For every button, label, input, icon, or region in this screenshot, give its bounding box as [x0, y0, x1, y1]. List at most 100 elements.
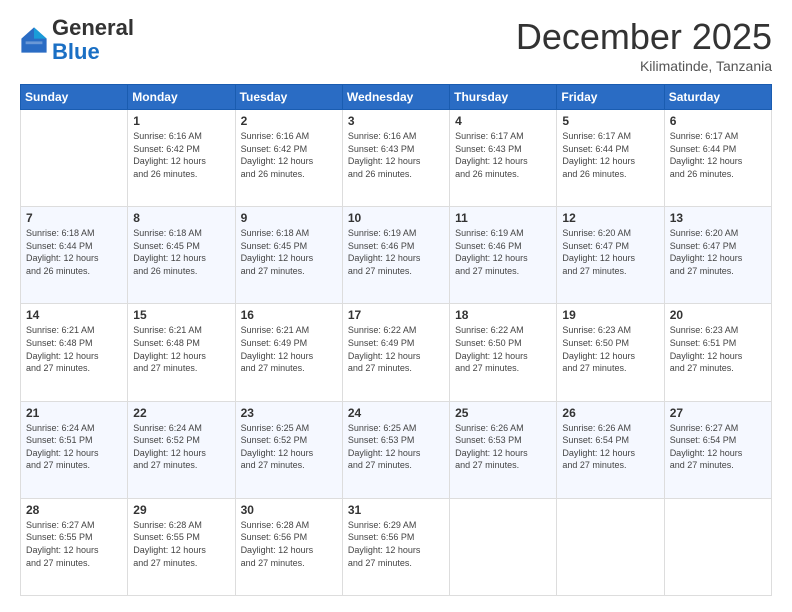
- calendar-cell: 3 Sunrise: 6:16 AM Sunset: 6:43 PM Daylig…: [342, 110, 449, 207]
- weekday-header-thursday: Thursday: [450, 85, 557, 110]
- calendar-week-2: 7Sunrise: 6:18 AM Sunset: 6:44 PM Daylig…: [21, 207, 772, 304]
- day-number: 9: [241, 211, 337, 225]
- day-number: 25: [455, 406, 551, 420]
- calendar-cell: 31Sunrise: 6:29 AM Sunset: 6:56 PM Dayli…: [342, 498, 449, 595]
- logo-icon: [20, 26, 48, 54]
- logo-blue-text: Blue: [52, 39, 100, 64]
- calendar-cell: 4Sunrise: 6:17 AM Sunset: 6:43 PM Daylig…: [450, 110, 557, 207]
- day-number: 14: [26, 308, 122, 322]
- day-number: 1: [133, 114, 229, 128]
- day-number: 6: [670, 114, 766, 128]
- day-number: 28: [26, 503, 122, 517]
- calendar-cell: [557, 498, 664, 595]
- day-info: Sunrise: 6:26 AM Sunset: 6:53 PM Dayligh…: [455, 422, 551, 472]
- day-info: Sunrise: 6:25 AM Sunset: 6:53 PM Dayligh…: [348, 422, 444, 472]
- calendar-cell: 26Sunrise: 6:26 AM Sunset: 6:54 PM Dayli…: [557, 401, 664, 498]
- day-number: 5: [562, 114, 658, 128]
- weekday-header-sunday: Sunday: [21, 85, 128, 110]
- day-info: Sunrise: 6:19 AM Sunset: 6:46 PM Dayligh…: [348, 227, 444, 277]
- calendar-cell: [21, 110, 128, 207]
- calendar-cell: 2 Sunrise: 6:16 AM Sunset: 6:42 PM Daylig…: [235, 110, 342, 207]
- day-number: 15: [133, 308, 229, 322]
- day-info: Sunrise: 6:24 AM Sunset: 6:52 PM Dayligh…: [133, 422, 229, 472]
- day-info: Sunrise: 6:25 AM Sunset: 6:52 PM Dayligh…: [241, 422, 337, 472]
- calendar-cell: 17 Sunrise: 6:22 AM Sunset: 6:49 PM Dayli…: [342, 304, 449, 401]
- day-info: Sunrise: 6:26 AM Sunset: 6:54 PM Dayligh…: [562, 422, 658, 472]
- day-number: 24: [348, 406, 444, 420]
- day-number: 19: [562, 308, 658, 322]
- day-info: Sunrise: 6:22 AM Sunset: 6:50 PM Dayligh…: [455, 324, 551, 374]
- day-number: 22: [133, 406, 229, 420]
- weekday-header-friday: Friday: [557, 85, 664, 110]
- day-number: 11: [455, 211, 551, 225]
- day-info: Sunrise: 6:21 AM Sunset: 6:49 PM Dayligh…: [241, 324, 337, 374]
- calendar-week-5: 28 Sunrise: 6:27 AM Sunset: 6:55 PM Dayli…: [21, 498, 772, 595]
- calendar-cell: 14 Sunrise: 6:21 AM Sunset: 6:48 PM Dayli…: [21, 304, 128, 401]
- calendar-cell: 12Sunrise: 6:20 AM Sunset: 6:47 PM Dayli…: [557, 207, 664, 304]
- day-info: Sunrise: 6:29 AM Sunset: 6:56 PM Dayligh…: [348, 519, 444, 569]
- calendar-cell: 22 Sunrise: 6:24 AM Sunset: 6:52 PM Dayli…: [128, 401, 235, 498]
- day-info: Sunrise: 6:17 AM Sunset: 6:44 PM Dayligh…: [670, 130, 766, 180]
- day-number: 18: [455, 308, 551, 322]
- day-number: 17: [348, 308, 444, 322]
- day-info: Sunrise: 6:21 AM Sunset: 6:48 PM Dayligh…: [133, 324, 229, 374]
- calendar-cell: 9 Sunrise: 6:18 AM Sunset: 6:45 PM Daylig…: [235, 207, 342, 304]
- calendar-cell: 19 Sunrise: 6:23 AM Sunset: 6:50 PM Dayli…: [557, 304, 664, 401]
- header: General Blue December 2025 Kilimatinde, …: [20, 16, 772, 74]
- day-info: Sunrise: 6:23 AM Sunset: 6:50 PM Dayligh…: [562, 324, 658, 374]
- day-number: 29: [133, 503, 229, 517]
- logo: General Blue: [20, 16, 134, 64]
- calendar-week-4: 21 Sunrise: 6:24 AM Sunset: 6:51 PM Dayli…: [21, 401, 772, 498]
- day-info: Sunrise: 6:18 AM Sunset: 6:45 PM Dayligh…: [133, 227, 229, 277]
- weekday-header-wednesday: Wednesday: [342, 85, 449, 110]
- calendar-cell: 7Sunrise: 6:18 AM Sunset: 6:44 PM Daylig…: [21, 207, 128, 304]
- day-info: Sunrise: 6:18 AM Sunset: 6:44 PM Dayligh…: [26, 227, 122, 277]
- day-info: Sunrise: 6:21 AM Sunset: 6:48 PM Dayligh…: [26, 324, 122, 374]
- day-number: 20: [670, 308, 766, 322]
- calendar-cell: 29 Sunrise: 6:28 AM Sunset: 6:55 PM Dayli…: [128, 498, 235, 595]
- calendar-cell: 15 Sunrise: 6:21 AM Sunset: 6:48 PM Dayli…: [128, 304, 235, 401]
- day-info: Sunrise: 6:16 AM Sunset: 6:42 PM Dayligh…: [241, 130, 337, 180]
- weekday-header-tuesday: Tuesday: [235, 85, 342, 110]
- day-info: Sunrise: 6:28 AM Sunset: 6:56 PM Dayligh…: [241, 519, 337, 569]
- location: Kilimatinde, Tanzania: [516, 58, 772, 74]
- page: General Blue December 2025 Kilimatinde, …: [0, 0, 792, 612]
- weekday-header-saturday: Saturday: [664, 85, 771, 110]
- day-info: Sunrise: 6:22 AM Sunset: 6:49 PM Dayligh…: [348, 324, 444, 374]
- day-info: Sunrise: 6:23 AM Sunset: 6:51 PM Dayligh…: [670, 324, 766, 374]
- calendar-cell: 13Sunrise: 6:20 AM Sunset: 6:47 PM Dayli…: [664, 207, 771, 304]
- calendar-cell: 11Sunrise: 6:19 AM Sunset: 6:46 PM Dayli…: [450, 207, 557, 304]
- day-info: Sunrise: 6:17 AM Sunset: 6:44 PM Dayligh…: [562, 130, 658, 180]
- calendar-cell: 18 Sunrise: 6:22 AM Sunset: 6:50 PM Dayli…: [450, 304, 557, 401]
- calendar-cell: 5 Sunrise: 6:17 AM Sunset: 6:44 PM Daylig…: [557, 110, 664, 207]
- day-number: 2: [241, 114, 337, 128]
- calendar-cell: 10 Sunrise: 6:19 AM Sunset: 6:46 PM Dayli…: [342, 207, 449, 304]
- day-info: Sunrise: 6:24 AM Sunset: 6:51 PM Dayligh…: [26, 422, 122, 472]
- day-info: Sunrise: 6:28 AM Sunset: 6:55 PM Dayligh…: [133, 519, 229, 569]
- logo-general-text: General: [52, 15, 134, 40]
- calendar-week-3: 14 Sunrise: 6:21 AM Sunset: 6:48 PM Dayli…: [21, 304, 772, 401]
- day-number: 3: [348, 114, 444, 128]
- calendar-cell: 21 Sunrise: 6:24 AM Sunset: 6:51 PM Dayli…: [21, 401, 128, 498]
- calendar-cell: 30 Sunrise: 6:28 AM Sunset: 6:56 PM Dayli…: [235, 498, 342, 595]
- weekday-header-row: SundayMondayTuesdayWednesdayThursdayFrid…: [21, 85, 772, 110]
- calendar-week-1: 1 Sunrise: 6:16 AM Sunset: 6:42 PM Daylig…: [21, 110, 772, 207]
- day-number: 4: [455, 114, 551, 128]
- calendar-cell: 25 Sunrise: 6:26 AM Sunset: 6:53 PM Dayli…: [450, 401, 557, 498]
- day-info: Sunrise: 6:27 AM Sunset: 6:55 PM Dayligh…: [26, 519, 122, 569]
- day-info: Sunrise: 6:16 AM Sunset: 6:43 PM Dayligh…: [348, 130, 444, 180]
- calendar-cell: 23Sunrise: 6:25 AM Sunset: 6:52 PM Dayli…: [235, 401, 342, 498]
- day-number: 10: [348, 211, 444, 225]
- day-number: 21: [26, 406, 122, 420]
- calendar-cell: 8 Sunrise: 6:18 AM Sunset: 6:45 PM Daylig…: [128, 207, 235, 304]
- calendar-cell: 28 Sunrise: 6:27 AM Sunset: 6:55 PM Dayli…: [21, 498, 128, 595]
- calendar-table: SundayMondayTuesdayWednesdayThursdayFrid…: [20, 84, 772, 596]
- day-info: Sunrise: 6:20 AM Sunset: 6:47 PM Dayligh…: [562, 227, 658, 277]
- day-number: 8: [133, 211, 229, 225]
- day-info: Sunrise: 6:27 AM Sunset: 6:54 PM Dayligh…: [670, 422, 766, 472]
- month-title: December 2025: [516, 16, 772, 58]
- day-number: 30: [241, 503, 337, 517]
- calendar-cell: 6 Sunrise: 6:17 AM Sunset: 6:44 PM Daylig…: [664, 110, 771, 207]
- day-info: Sunrise: 6:20 AM Sunset: 6:47 PM Dayligh…: [670, 227, 766, 277]
- day-info: Sunrise: 6:18 AM Sunset: 6:45 PM Dayligh…: [241, 227, 337, 277]
